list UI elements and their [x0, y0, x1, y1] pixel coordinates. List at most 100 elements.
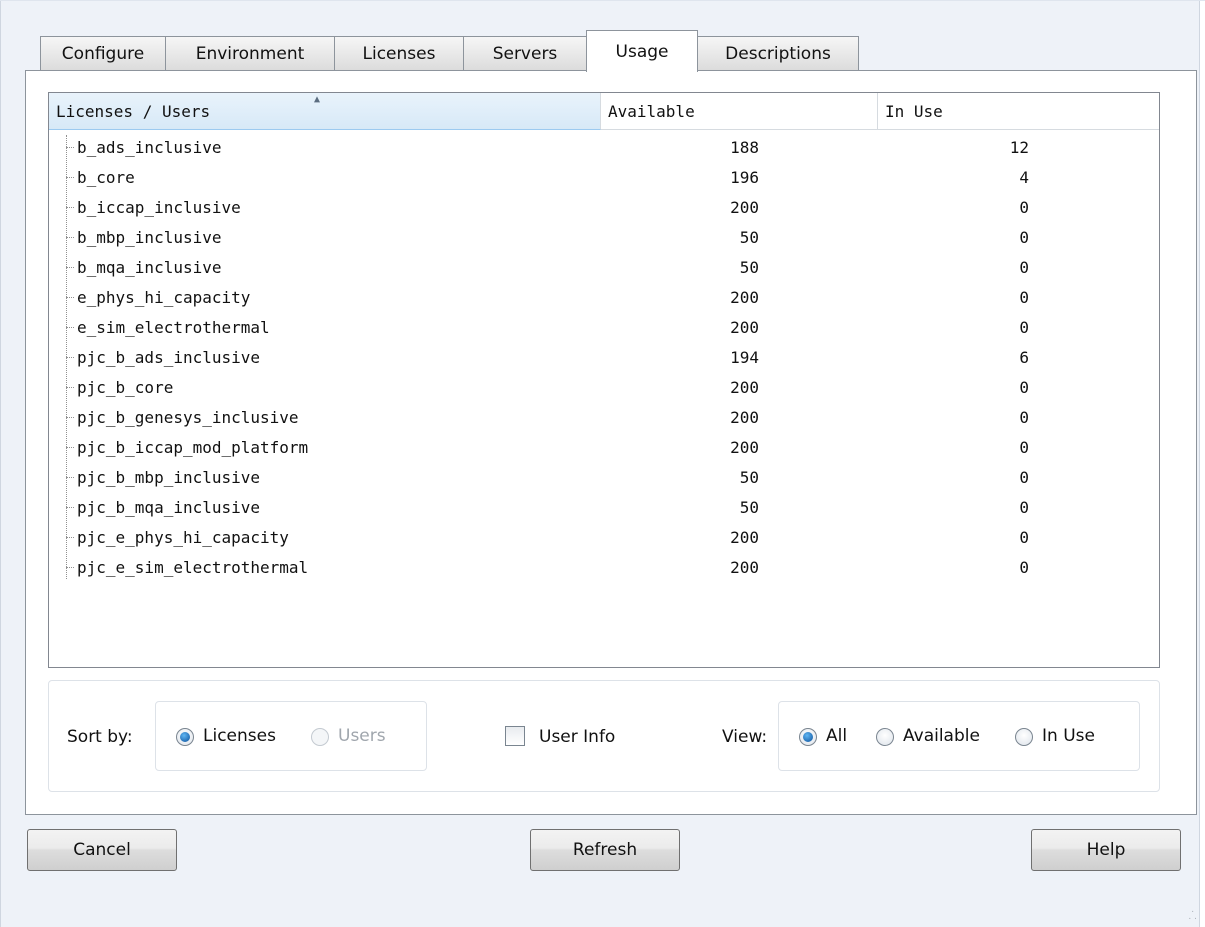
view-in-use-label[interactable]: In Use: [1042, 726, 1095, 746]
tree-branch-line: [66, 537, 74, 538]
table-row[interactable]: pjc_b_genesys_inclusive 200 0: [49, 403, 1159, 433]
table-row[interactable]: pjc_e_sim_electrothermal 200 0: [49, 553, 1159, 583]
options-frame: Sort by: Licenses Users User Info View: …: [48, 680, 1160, 792]
license-name: b_ads_inclusive: [77, 138, 222, 157]
tab-environment[interactable]: Environment: [165, 36, 335, 70]
license-usage-list[interactable]: Licenses / Users ▲ Available In Use b_ad…: [48, 92, 1160, 668]
in-use-count: 0: [1019, 408, 1029, 427]
tree-branch-line: [66, 267, 74, 268]
table-row[interactable]: pjc_b_iccap_mod_platform 200 0: [49, 433, 1159, 463]
license-name: b_iccap_inclusive: [77, 198, 241, 217]
available-count: 50: [739, 468, 759, 487]
view-available-radio[interactable]: [876, 728, 894, 746]
table-row[interactable]: pjc_b_ads_inclusive 194 6: [49, 343, 1159, 373]
table-row[interactable]: b_core 196 4: [49, 163, 1159, 193]
tab-configure[interactable]: Configure: [40, 36, 166, 70]
table-body: b_ads_inclusive 188 12 b_core 196 4 b_iccap_in…: [49, 133, 1159, 583]
in-use-count: 0: [1019, 378, 1029, 397]
tree-branch-line: [66, 477, 74, 478]
available-count: 50: [739, 498, 759, 517]
table-row[interactable]: pjc_e_phys_hi_capacity 200 0: [49, 523, 1159, 553]
column-header-label: In Use: [885, 101, 943, 121]
available-count: 50: [739, 258, 759, 277]
table-row[interactable]: pjc_b_mqa_inclusive 50 0: [49, 493, 1159, 523]
resize-grip-icon[interactable]: . . .: [1186, 906, 1197, 922]
table-row[interactable]: b_iccap_inclusive 200 0: [49, 193, 1159, 223]
in-use-count: 12: [1009, 138, 1029, 157]
license-name: b_mqa_inclusive: [77, 258, 222, 277]
in-use-count: 0: [1019, 258, 1029, 277]
tab-licenses[interactable]: Licenses: [334, 36, 464, 70]
tab-usage[interactable]: Usage: [586, 30, 698, 72]
in-use-count: 6: [1019, 348, 1029, 367]
license-name: b_core: [77, 168, 135, 187]
window-top-border: [0, 0, 1205, 1]
table-row[interactable]: b_mqa_inclusive 50 0: [49, 253, 1159, 283]
license-name: pjc_b_mqa_inclusive: [77, 498, 261, 517]
available-count: 50: [739, 228, 759, 247]
column-header-available[interactable]: Available: [601, 93, 878, 130]
table-row[interactable]: b_mbp_inclusive 50 0: [49, 223, 1159, 253]
table-row[interactable]: e_phys_hi_capacity 200 0: [49, 283, 1159, 313]
table-row[interactable]: pjc_b_mbp_inclusive 50 0: [49, 463, 1159, 493]
in-use-count: 0: [1019, 198, 1029, 217]
license-name: pjc_e_sim_electrothermal: [77, 558, 309, 577]
user-info-label[interactable]: User Info: [539, 727, 615, 747]
tab-descriptions[interactable]: Descriptions: [697, 36, 859, 70]
sort-licenses-label[interactable]: Licenses: [203, 726, 276, 746]
tree-branch-line: [66, 417, 74, 418]
available-count: 196: [730, 168, 759, 187]
help-button[interactable]: Help: [1031, 829, 1181, 871]
table-row[interactable]: e_sim_electrothermal 200 0: [49, 313, 1159, 343]
license-name: e_phys_hi_capacity: [77, 288, 251, 307]
tree-branch-line: [66, 207, 74, 208]
tree-branch-line: [66, 297, 74, 298]
tree-branch-line: [66, 447, 74, 448]
license-name: e_sim_electrothermal: [77, 318, 270, 337]
in-use-count: 0: [1019, 468, 1029, 487]
refresh-button[interactable]: Refresh: [530, 829, 680, 871]
license-name: pjc_b_core: [77, 378, 174, 397]
available-count: 200: [730, 378, 759, 397]
available-count: 200: [730, 198, 759, 217]
column-header-label: Licenses / Users: [56, 101, 211, 121]
table-row[interactable]: pjc_b_core 200 0: [49, 373, 1159, 403]
license-name: b_mbp_inclusive: [77, 228, 222, 247]
user-info-checkbox[interactable]: [505, 726, 525, 746]
available-count: 200: [730, 438, 759, 457]
in-use-count: 0: [1019, 558, 1029, 577]
column-header-label: Available: [608, 101, 695, 121]
in-use-count: 0: [1019, 318, 1029, 337]
in-use-count: 0: [1019, 228, 1029, 247]
sort-ascending-icon: ▲: [314, 94, 321, 105]
column-header-licenses-users[interactable]: Licenses / Users ▲: [49, 93, 601, 130]
tree-branch-line: [66, 387, 74, 388]
table-row[interactable]: b_ads_inclusive 188 12: [49, 133, 1159, 163]
available-count: 200: [730, 528, 759, 547]
usage-tab-panel: Licenses / Users ▲ Available In Use b_ad…: [25, 70, 1197, 815]
license-name: pjc_b_ads_inclusive: [77, 348, 261, 367]
tab-servers[interactable]: Servers: [463, 36, 587, 70]
view-label: View:: [722, 727, 768, 747]
tree-branch-line: [66, 237, 74, 238]
license-name: pjc_b_genesys_inclusive: [77, 408, 299, 427]
sort-licenses-radio[interactable]: [176, 728, 194, 746]
tree-branch-line: [66, 147, 74, 148]
in-use-count: 0: [1019, 498, 1029, 517]
available-count: 200: [730, 288, 759, 307]
available-count: 188: [730, 138, 759, 157]
view-all-radio[interactable]: [799, 728, 817, 746]
cancel-button[interactable]: Cancel: [27, 829, 177, 871]
view-all-label[interactable]: All: [826, 726, 847, 746]
column-header-in-use[interactable]: In Use: [878, 93, 1159, 130]
view-in-use-radio[interactable]: [1015, 728, 1033, 746]
tree-branch-line: [66, 567, 74, 568]
view-available-label[interactable]: Available: [903, 726, 980, 746]
available-count: 200: [730, 318, 759, 337]
sort-by-label: Sort by:: [67, 727, 133, 747]
in-use-count: 0: [1019, 528, 1029, 547]
tree-branch-line: [66, 507, 74, 508]
available-count: 200: [730, 408, 759, 427]
in-use-count: 0: [1019, 288, 1029, 307]
tree-branch-line: [66, 327, 74, 328]
